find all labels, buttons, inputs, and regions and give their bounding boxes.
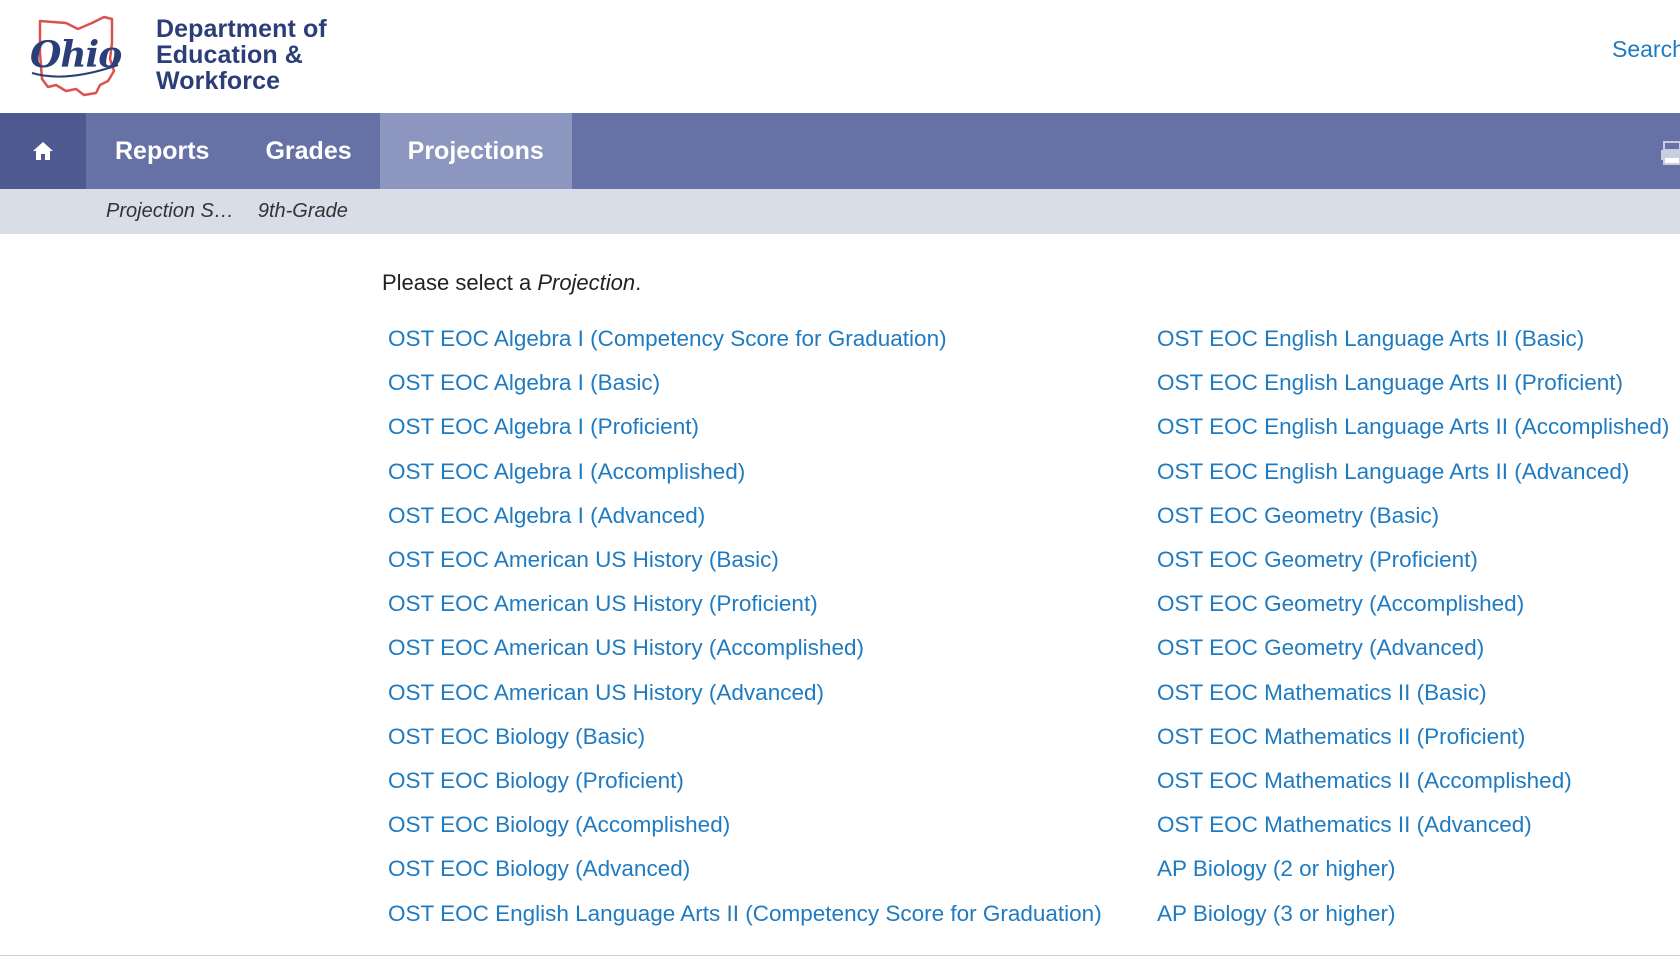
list-item: OST EOC Geometry (Basic) xyxy=(1157,494,1669,538)
projection-link[interactable]: AP Biology (3 or higher) xyxy=(1157,901,1395,927)
org-name-line-2: Education & xyxy=(156,41,303,69)
projection-list-right: OST EOC English Language Arts II (Basic)… xyxy=(1157,317,1669,936)
list-item: OST EOC Geometry (Accomplished) xyxy=(1157,582,1669,626)
projection-link[interactable]: OST EOC American US History (Advanced) xyxy=(388,680,824,706)
print-icon xyxy=(1661,141,1680,165)
projection-link[interactable]: OST EOC English Language Arts II (Profic… xyxy=(1157,370,1623,396)
list-item: AP Biology (3 or higher) xyxy=(1157,891,1669,935)
projection-link[interactable]: OST EOC English Language Arts II (Advanc… xyxy=(1157,459,1629,485)
list-item: OST EOC English Language Arts II (Profic… xyxy=(1157,361,1669,405)
org-name: Department of Education & Workforce xyxy=(156,16,327,94)
projection-link[interactable]: OST EOC Biology (Proficient) xyxy=(388,768,684,794)
nav-home-button[interactable] xyxy=(0,113,86,189)
prompt-suffix: . xyxy=(635,270,642,295)
list-item: AP Biology (2 or higher) xyxy=(1157,847,1669,891)
projection-link[interactable]: OST EOC Geometry (Basic) xyxy=(1157,503,1439,529)
projection-link[interactable]: OST EOC Algebra I (Proficient) xyxy=(388,414,699,440)
list-item: OST EOC Geometry (Proficient) xyxy=(1157,538,1669,582)
breadcrumb-item-grade[interactable]: 9th-Grade xyxy=(258,200,348,223)
projection-link[interactable]: OST EOC Mathematics II (Accomplished) xyxy=(1157,768,1572,794)
list-item: OST EOC Mathematics II (Accomplished) xyxy=(1157,759,1669,803)
list-item: OST EOC American US History (Basic) xyxy=(388,538,1102,582)
site-header: Ohio Department of Education & Workforce… xyxy=(0,0,1680,113)
list-item: OST EOC American US History (Advanced) xyxy=(388,671,1102,715)
list-item: OST EOC Mathematics II (Basic) xyxy=(1157,671,1669,715)
ohio-logo[interactable]: Ohio Department of Education & Workforce xyxy=(26,12,346,98)
projection-link[interactable]: OST EOC Geometry (Proficient) xyxy=(1157,547,1478,573)
projection-link[interactable]: OST EOC Mathematics II (Proficient) xyxy=(1157,724,1525,750)
projection-link[interactable]: AP Biology (2 or higher) xyxy=(1157,856,1395,882)
select-prompt: Please select a Projection. xyxy=(382,270,641,296)
list-item: OST EOC English Language Arts II (Compet… xyxy=(388,891,1102,935)
projection-link[interactable]: OST EOC American US History (Proficient) xyxy=(388,591,818,617)
list-item: OST EOC English Language Arts II (Advanc… xyxy=(1157,450,1669,494)
list-item: OST EOC Algebra I (Advanced) xyxy=(388,494,1102,538)
projection-link[interactable]: OST EOC Biology (Advanced) xyxy=(388,856,690,882)
nav-item-reports[interactable]: Reports xyxy=(86,113,237,189)
print-button[interactable] xyxy=(1660,141,1680,165)
list-item: OST EOC Algebra I (Accomplished) xyxy=(388,450,1102,494)
nav-item-projections[interactable]: Projections xyxy=(379,113,572,189)
list-item: OST EOC Biology (Basic) xyxy=(388,715,1102,759)
main-nav: Reports Grades Projections xyxy=(0,113,1680,189)
org-name-line-3: Workforce xyxy=(156,67,281,95)
bottom-divider xyxy=(0,955,1680,956)
list-item: OST EOC Mathematics II (Advanced) xyxy=(1157,803,1669,847)
projection-link[interactable]: OST EOC English Language Arts II (Compet… xyxy=(388,901,1102,927)
breadcrumb: Projection S… 9th-Grade xyxy=(0,189,1680,234)
projection-link[interactable]: OST EOC Geometry (Advanced) xyxy=(1157,635,1484,661)
list-item: OST EOC English Language Arts II (Basic) xyxy=(1157,317,1669,361)
list-item: OST EOC Biology (Accomplished) xyxy=(388,803,1102,847)
projection-link[interactable]: OST EOC Algebra I (Basic) xyxy=(388,370,660,396)
projection-link[interactable]: OST EOC Algebra I (Accomplished) xyxy=(388,459,745,485)
list-item: OST EOC Biology (Proficient) xyxy=(388,759,1102,803)
list-item: OST EOC American US History (Accomplishe… xyxy=(388,626,1102,670)
projection-link[interactable]: OST EOC American US History (Accomplishe… xyxy=(388,635,864,661)
projection-link[interactable]: OST EOC English Language Arts II (Basic) xyxy=(1157,326,1584,352)
projection-link[interactable]: OST EOC American US History (Basic) xyxy=(388,547,779,573)
projection-link[interactable]: OST EOC Mathematics II (Advanced) xyxy=(1157,812,1532,838)
prompt-emphasis: Projection xyxy=(537,270,636,295)
ohio-state-logo-icon: Ohio xyxy=(30,15,122,97)
search-link[interactable]: Search xyxy=(1612,36,1680,63)
projection-link[interactable]: OST EOC Biology (Basic) xyxy=(388,724,645,750)
prompt-prefix: Please select a xyxy=(382,270,538,295)
list-item: OST EOC Mathematics II (Proficient) xyxy=(1157,715,1669,759)
list-item: OST EOC Algebra I (Basic) xyxy=(388,361,1102,405)
projection-link[interactable]: OST EOC Mathematics II (Basic) xyxy=(1157,680,1487,706)
list-item: OST EOC Biology (Advanced) xyxy=(388,847,1102,891)
nav-item-grades[interactable]: Grades xyxy=(237,113,379,189)
list-item: OST EOC Geometry (Advanced) xyxy=(1157,626,1669,670)
projection-link[interactable]: OST EOC Biology (Accomplished) xyxy=(388,812,730,838)
svg-text:Ohio: Ohio xyxy=(30,34,121,76)
home-icon xyxy=(33,142,53,160)
breadcrumb-item-projection[interactable]: Projection S… xyxy=(106,200,234,223)
projection-link[interactable]: OST EOC Geometry (Accomplished) xyxy=(1157,591,1524,617)
main-content: Please select a Projection. OST EOC Alge… xyxy=(0,234,1680,957)
projection-link[interactable]: OST EOC Algebra I (Advanced) xyxy=(388,503,705,529)
org-name-line-1: Department of xyxy=(156,15,327,43)
list-item: OST EOC American US History (Proficient) xyxy=(388,582,1102,626)
list-item: OST EOC Algebra I (Proficient) xyxy=(388,405,1102,449)
list-item: OST EOC English Language Arts II (Accomp… xyxy=(1157,405,1669,449)
projection-link[interactable]: OST EOC English Language Arts II (Accomp… xyxy=(1157,414,1669,440)
projection-link[interactable]: OST EOC Algebra I (Competency Score for … xyxy=(388,326,947,352)
projection-list-left: OST EOC Algebra I (Competency Score for … xyxy=(388,317,1102,936)
list-item: OST EOC Algebra I (Competency Score for … xyxy=(388,317,1102,361)
